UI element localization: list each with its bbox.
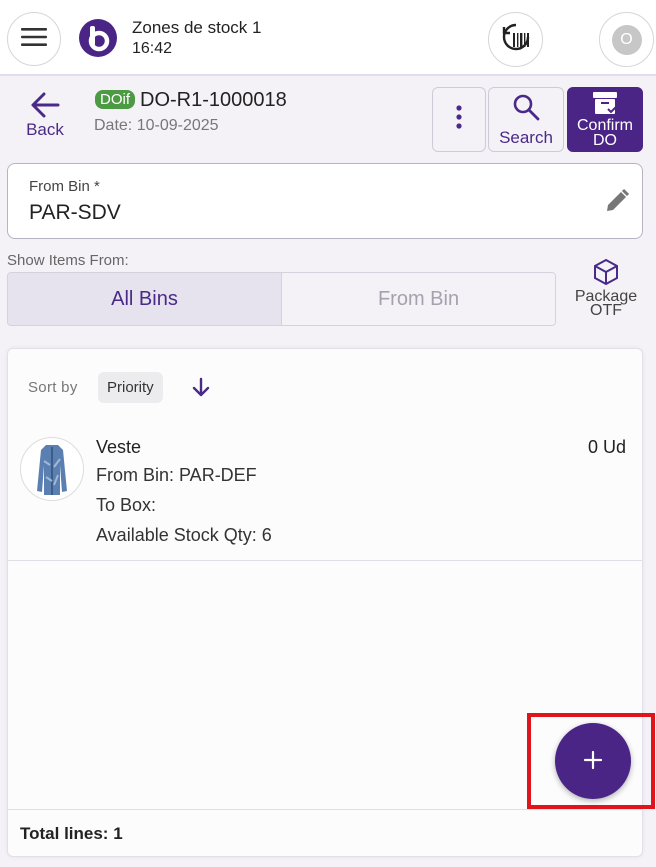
confirm-do-button[interactable]: Confirm DO (567, 87, 643, 152)
package-label-line2: OTF (590, 302, 622, 319)
back-button[interactable]: Back (20, 92, 70, 142)
show-items-toggle: All Bins From Bin (7, 272, 556, 326)
clock-time: 16:42 (132, 40, 173, 57)
do-date: Date: 10-09-2025 (94, 117, 219, 134)
product-thumbnail (20, 437, 84, 501)
store-name: Zones de stock 1 (132, 18, 262, 37)
scan-history-button[interactable] (488, 12, 543, 67)
edit-pencil-icon[interactable] (604, 188, 630, 219)
confirm-label-line2: DO (593, 132, 617, 149)
toggle-from-bin[interactable]: From Bin (282, 273, 555, 325)
add-item-button[interactable] (555, 723, 631, 799)
confirm-label-line1: Confirm (576, 117, 633, 134)
item-available-stock: Available Stock Qty: 6 (96, 525, 272, 545)
item-quantity: 0 Ud (587, 437, 626, 457)
total-lines: Total lines: 1 (20, 824, 123, 843)
item-from-bin: From Bin: PAR-DEF (96, 465, 257, 485)
archive-check-icon (590, 91, 620, 118)
toggle-all-bins[interactable]: All Bins (8, 273, 282, 325)
search-button[interactable]: Search (488, 87, 564, 152)
search-label: Search (499, 128, 553, 147)
package-otf-button[interactable]: Package OTF (566, 258, 646, 322)
package-label: Package OTF (566, 289, 646, 319)
from-bin-label: From Bin * (29, 178, 100, 195)
hamburger-icon (21, 27, 47, 52)
from-bin-field[interactable]: From Bin * PAR-SDV (7, 163, 643, 239)
app-logo (78, 18, 118, 58)
sort-direction-arrow-down-icon[interactable] (189, 375, 213, 404)
from-bin-value: PAR-SDV (29, 201, 121, 224)
search-icon (512, 93, 540, 126)
sort-field-chip[interactable]: Priority (98, 372, 163, 403)
card-footer: Total lines: 1 (8, 809, 642, 856)
avatar: O (611, 24, 642, 55)
menu-button[interactable] (7, 12, 61, 66)
show-items-label: Show Items From: (7, 252, 129, 269)
more-options-button[interactable] (432, 87, 486, 152)
back-label: Back (26, 120, 64, 139)
plus-icon (583, 744, 603, 778)
item-to-box: To Box: (96, 495, 157, 515)
more-vertical-icon (455, 105, 463, 134)
do-number: DO-R1-1000018 (140, 89, 287, 111)
user-avatar-button[interactable]: O (599, 12, 654, 67)
list-item[interactable]: Veste 0 Ud From Bin: PAR-DEF To Box: Ava… (8, 427, 642, 561)
item-name: Veste (96, 437, 142, 457)
top-bar: Zones de stock 1 16:42 O (0, 0, 656, 76)
do-type-badge: DOif (95, 90, 135, 109)
barcode-history-icon (500, 21, 532, 58)
sort-label: Sort by (28, 379, 78, 396)
